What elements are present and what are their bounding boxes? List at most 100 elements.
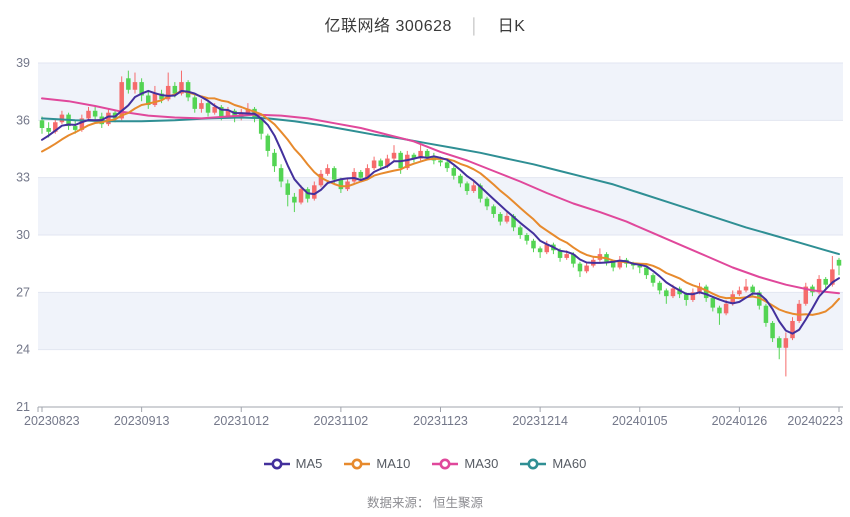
candle-body: [92, 110, 98, 117]
candle-body: [644, 267, 649, 276]
candle-body: [331, 168, 337, 180]
x-tick-label: 20240223: [787, 414, 843, 428]
kline-chart[interactable]: 21 24 27 30 33 36 39 20230823 20230913 20231012 20…: [0, 0, 850, 517]
candle-body: [292, 196, 297, 203]
plot-band: [38, 177, 843, 235]
candle-body: [504, 215, 510, 222]
candle-body: [750, 286, 755, 293]
candle-body: [683, 294, 689, 300]
candle-body: [717, 307, 722, 314]
candle-body: [126, 78, 131, 90]
y-tick-label: 30: [16, 228, 30, 242]
candle-body: [278, 168, 284, 182]
x-tick-label: 20231102: [314, 414, 369, 428]
legend-item-ma30[interactable]: MA30: [432, 456, 498, 471]
x-tick-label: 20240105: [612, 414, 668, 428]
candle-body: [743, 286, 749, 291]
candle-body: [458, 175, 463, 184]
candle-body: [59, 114, 65, 123]
x-tick-label: 20240126: [712, 414, 768, 428]
candle-body: [378, 160, 383, 167]
x-tick-label: 20231214: [512, 414, 568, 428]
candle-body: [524, 235, 530, 241]
candle-body: [650, 275, 656, 283]
y-tick-label: 27: [16, 285, 30, 299]
candle-body: [371, 160, 377, 169]
candle-body: [517, 227, 523, 235]
candle-body: [285, 183, 290, 195]
ma10-legend-marker-icon: [344, 458, 371, 469]
candle-body: [172, 85, 178, 94]
candle-body: [703, 286, 709, 299]
x-tick-label: 20230823: [24, 414, 80, 428]
candle-body: [776, 338, 782, 348]
candle-body: [770, 322, 775, 339]
y-tick-label: 21: [16, 400, 30, 414]
candle-body: [577, 263, 583, 272]
plot-band: [38, 63, 843, 121]
candle-body: [325, 168, 330, 174]
ma60-legend-marker-icon: [520, 458, 547, 469]
candle-body: [39, 120, 45, 128]
ma5-legend-marker-icon: [263, 458, 290, 469]
candle-body: [464, 183, 470, 192]
candle-body: [790, 321, 795, 339]
x-tick-label: 20231012: [213, 414, 269, 428]
candle-body: [564, 254, 569, 258]
y-tick-label: 24: [16, 343, 30, 357]
candle-body: [391, 152, 397, 159]
candle-body: [451, 168, 457, 176]
candle-body: [737, 290, 742, 295]
candle-body: [199, 103, 204, 109]
candle-body: [471, 185, 476, 192]
candle-body: [783, 338, 789, 348]
candle-body: [537, 248, 543, 253]
legend-item-ma10[interactable]: MA10: [344, 456, 410, 471]
data-source-note: 数据来源： 恒生聚源: [367, 496, 483, 510]
candle-body: [185, 82, 191, 98]
legend-label: MA10: [376, 456, 411, 471]
candle-body: [484, 198, 490, 207]
candle-body: [192, 97, 198, 109]
kline-widget: 亿联网络 300628 │ 日K 21 24 27 30 33 36 39 20230823 202…: [0, 0, 850, 517]
legend-label: MA60: [552, 456, 587, 471]
y-tick-label: 33: [16, 171, 30, 185]
candle-body: [351, 171, 357, 182]
candle-body: [491, 206, 496, 214]
candle-body: [723, 303, 729, 314]
candle-body: [132, 82, 138, 90]
legend-item-ma5[interactable]: MA5: [263, 456, 323, 471]
y-tick-label: 39: [16, 56, 30, 70]
ma30-legend-marker-icon: [432, 458, 459, 469]
candle-body: [358, 171, 364, 178]
candle-body: [338, 179, 344, 190]
candle-body: [86, 110, 91, 119]
candle-body: [298, 189, 304, 203]
candle-body: [823, 278, 828, 285]
candle-body: [272, 152, 277, 167]
candle-body: [424, 150, 430, 157]
candle-body: [205, 103, 211, 113]
candle-body: [584, 265, 589, 272]
candle-body: [763, 305, 769, 323]
candle-body: [72, 126, 78, 130]
legend-item-ma60[interactable]: MA60: [520, 456, 586, 471]
legend-label: MA30: [464, 456, 499, 471]
x-tick-label: 20231123: [413, 414, 468, 428]
candle-body: [664, 290, 669, 297]
candle-body: [438, 160, 443, 163]
candle-body: [265, 135, 271, 151]
candle-body: [444, 162, 450, 169]
candle-body: [670, 288, 676, 297]
ma-legend: MA5 MA10 MA30 MA60: [0, 456, 850, 471]
candle-body: [796, 303, 802, 321]
legend-label: MA5: [295, 456, 323, 471]
candle-body: [46, 127, 51, 132]
candle-body: [657, 282, 662, 291]
y-tick-label: 36: [16, 113, 30, 127]
candle-body: [836, 259, 842, 266]
candle-body: [710, 298, 716, 308]
x-tick-label: 20230913: [114, 414, 170, 428]
candle-body: [498, 213, 503, 222]
candle-body: [531, 240, 536, 249]
